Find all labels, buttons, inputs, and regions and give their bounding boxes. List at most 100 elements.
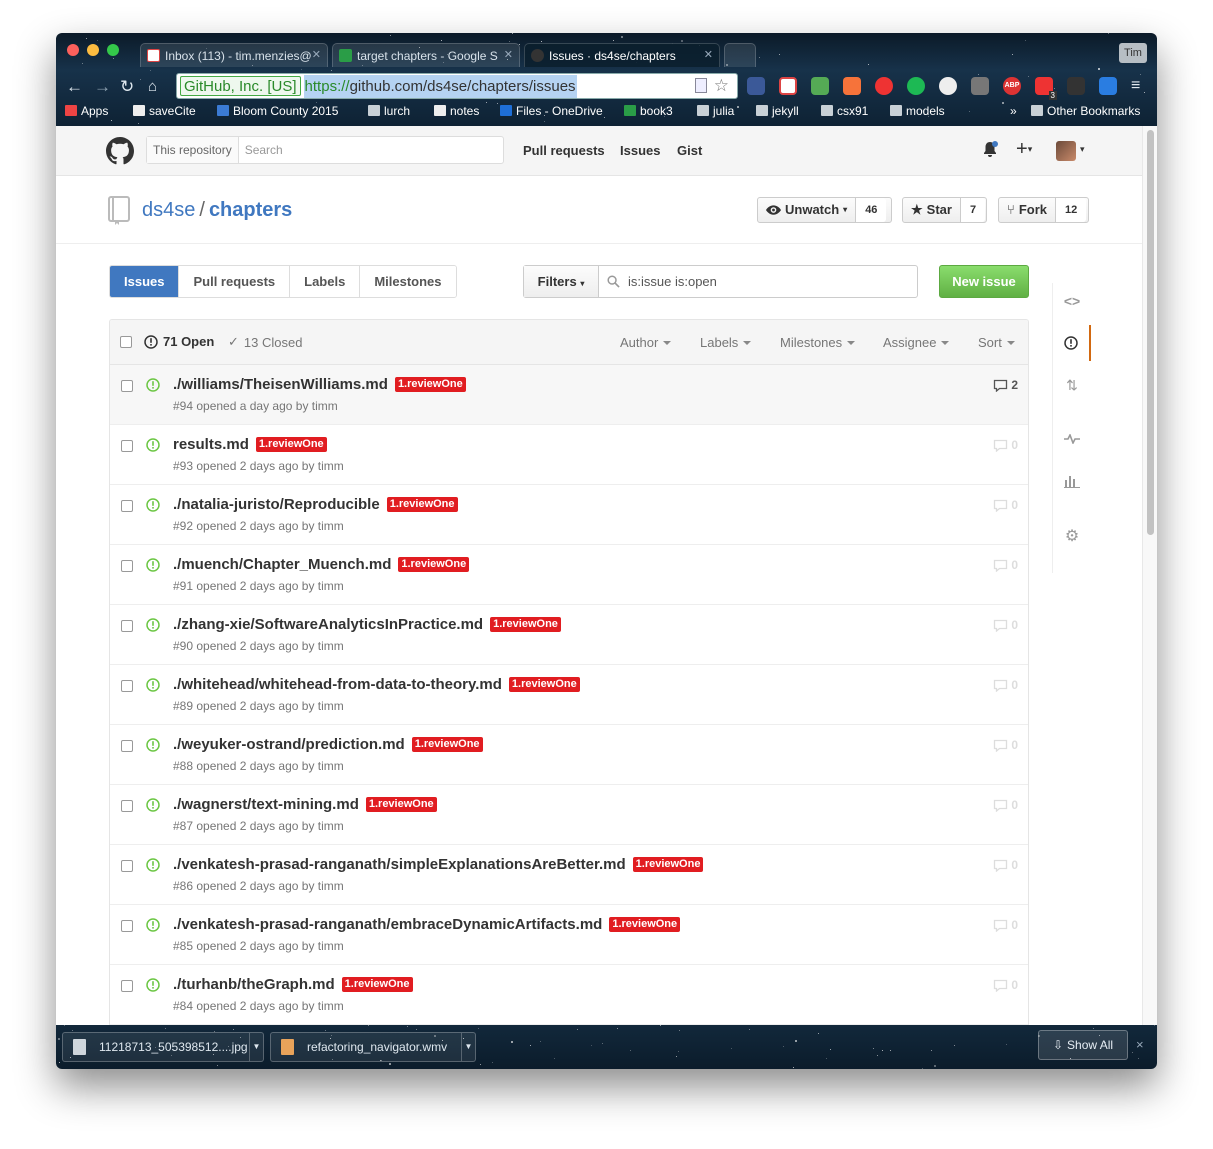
chevron-down-icon[interactable]: ▼ xyxy=(249,1033,263,1061)
issue-checkbox[interactable] xyxy=(121,860,133,872)
hand-icon[interactable] xyxy=(971,77,989,95)
closed-issues-toggle[interactable]: ✓ 13 Closed xyxy=(228,334,302,350)
issue-title-link[interactable]: ./venkatesh-prasad-ranganath/simpleExpla… xyxy=(173,856,704,873)
comment-count[interactable]: 0 xyxy=(993,858,1018,872)
issue-label[interactable]: 1.reviewOne xyxy=(341,977,413,992)
issue-label[interactable]: 1.reviewOne xyxy=(411,737,483,752)
bookmark-notes[interactable]: notes xyxy=(434,104,479,118)
spotify-icon[interactable] xyxy=(907,77,925,95)
bookmark-star-icon[interactable]: ☆ xyxy=(714,74,729,98)
download-item[interactable]: 11218713_505398512....jpg ▼ xyxy=(62,1032,264,1062)
other-bookmarks[interactable]: Other Bookmarks xyxy=(1031,104,1140,118)
red-badge-icon[interactable]: 3 xyxy=(1035,77,1057,100)
new-issue-button[interactable]: New issue xyxy=(939,265,1029,298)
issue-label[interactable]: 1.reviewOne xyxy=(394,377,466,392)
addthis-icon[interactable] xyxy=(843,77,861,95)
issues-icon[interactable] xyxy=(1053,325,1091,361)
comment-count[interactable]: 0 xyxy=(993,918,1018,932)
issue-checkbox[interactable] xyxy=(121,920,133,932)
issue-checkbox[interactable] xyxy=(121,620,133,632)
reload-icon[interactable]: ↻ xyxy=(120,77,134,97)
issue-row[interactable]: ./whitehead/whitehead-from-data-to-theor… xyxy=(110,665,1028,725)
zoom-window-button[interactable] xyxy=(107,44,119,56)
search-input[interactable]: This repository Search xyxy=(146,136,504,164)
comment-count[interactable]: 0 xyxy=(993,498,1018,512)
adblock-icon[interactable]: ABP xyxy=(1003,77,1021,95)
graduation-cap-icon[interactable] xyxy=(1067,77,1085,95)
bookmark-lurch[interactable]: lurch xyxy=(368,104,410,118)
bookmark-savecite[interactable]: saveCite xyxy=(133,104,196,118)
open-issues-toggle[interactable]: 71 Open xyxy=(144,334,214,349)
create-new-icon[interactable]: +▾ xyxy=(1016,138,1032,161)
new-tab-button[interactable] xyxy=(724,43,756,67)
sort-filter[interactable]: Sort xyxy=(978,335,1015,350)
github-logo-icon[interactable] xyxy=(106,137,134,165)
comment-count[interactable]: 0 xyxy=(993,438,1018,452)
code-icon[interactable]: <> xyxy=(1053,283,1091,319)
issue-checkbox[interactable] xyxy=(121,440,133,452)
show-all-downloads-button[interactable]: ⇩ Show All xyxy=(1038,1030,1128,1060)
subnav-issues[interactable]: Issues xyxy=(110,266,179,297)
settings-icon[interactable]: ⚙ xyxy=(1053,518,1091,554)
comment-count[interactable]: 0 xyxy=(993,558,1018,572)
issue-title-link[interactable]: ./natalia-juristo/Reproducible 1.reviewOn… xyxy=(173,496,458,513)
close-window-button[interactable] xyxy=(67,44,79,56)
pulse-icon[interactable] xyxy=(1053,421,1091,457)
filters-dropdown[interactable]: Filters ▾ xyxy=(524,266,599,297)
pull-request-icon[interactable]: ⇅ xyxy=(1053,367,1091,403)
bookmark-apps[interactable]: Apps xyxy=(65,104,108,118)
back-icon[interactable]: ← xyxy=(66,77,83,97)
bookmark-bloom-county[interactable]: Bloom County 2015 xyxy=(217,104,338,118)
issue-title-link[interactable]: ./whitehead/whitehead-from-data-to-theor… xyxy=(173,676,580,693)
issue-row[interactable]: ./muench/Chapter_Muench.md 1.reviewOne #91… xyxy=(110,545,1028,605)
issue-checkbox[interactable] xyxy=(121,560,133,572)
tab-target-chapters[interactable]: target chapters - Google S ✕ xyxy=(332,43,520,67)
profile-button[interactable]: Tim xyxy=(1119,43,1147,63)
page-icon[interactable] xyxy=(695,78,707,93)
close-tab-icon[interactable]: ✕ xyxy=(704,48,713,61)
tab-issues[interactable]: Issues · ds4se/chapters ✕ xyxy=(524,43,720,67)
issue-label[interactable]: 1.reviewOne xyxy=(255,437,327,452)
page-scrollbar[interactable] xyxy=(1142,126,1157,1025)
nav-issues[interactable]: Issues xyxy=(620,143,660,158)
chevron-down-icon[interactable]: ▼ xyxy=(461,1033,475,1061)
bookmark-csx91[interactable]: csx91 xyxy=(821,104,868,118)
nav-pull-requests[interactable]: Pull requests xyxy=(523,143,605,158)
issue-label[interactable]: 1.reviewOne xyxy=(609,917,681,932)
issue-row[interactable]: ./weyuker-ostrand/prediction.md 1.reviewO… xyxy=(110,725,1028,785)
issue-label[interactable]: 1.reviewOne xyxy=(632,857,704,872)
issue-title-link[interactable]: ./williams/TheisenWilliams.md 1.reviewOne xyxy=(173,376,466,393)
issue-label[interactable]: 1.reviewOne xyxy=(386,497,458,512)
subnav-pull-requests[interactable]: Pull requests xyxy=(178,266,290,297)
issue-title-link[interactable]: ./weyuker-ostrand/prediction.md 1.reviewO… xyxy=(173,736,483,753)
bookmarks-overflow-button[interactable]: » xyxy=(1010,104,1017,118)
issue-title-link[interactable]: ./muench/Chapter_Muench.md 1.reviewOne xyxy=(173,556,470,573)
issue-title-link[interactable]: ./turhanb/theGraph.md 1.reviewOne xyxy=(173,976,413,993)
assignee-filter[interactable]: Assignee xyxy=(883,335,949,350)
graphs-icon[interactable] xyxy=(1053,463,1091,499)
comment-count[interactable]: 0 xyxy=(993,798,1018,812)
scrollbar-thumb[interactable] xyxy=(1147,130,1154,535)
fork-button[interactable]: ⑂ Fork 12 xyxy=(998,197,1089,223)
star-button[interactable]: ★ Star 7 xyxy=(902,197,987,223)
issue-title-link[interactable]: ./zhang-xie/SoftwareAnalyticsInPractice.… xyxy=(173,616,561,633)
author-filter[interactable]: Author xyxy=(620,335,671,350)
ladybug-icon[interactable] xyxy=(875,77,893,95)
issue-row[interactable]: ./natalia-juristo/Reproducible 1.reviewOn… xyxy=(110,485,1028,545)
issue-checkbox[interactable] xyxy=(121,800,133,812)
issue-row[interactable]: results.md 1.reviewOne #93 opened 2 days a… xyxy=(110,425,1028,485)
repo-name-link[interactable]: chapters xyxy=(209,199,292,221)
forward-icon[interactable]: → xyxy=(94,77,111,97)
issue-label[interactable]: 1.reviewOne xyxy=(490,617,561,632)
issue-row[interactable]: ./zhang-xie/SoftwareAnalyticsInPractice.… xyxy=(110,605,1028,665)
issue-checkbox[interactable] xyxy=(121,680,133,692)
ev-certificate-badge[interactable]: GitHub, Inc. [US] xyxy=(180,76,301,96)
issue-row[interactable]: ./venkatesh-prasad-ranganath/embraceDyna… xyxy=(110,905,1028,965)
issue-title-link[interactable]: ./venkatesh-prasad-ranganath/embraceDyna… xyxy=(173,916,681,933)
bookmark-book3[interactable]: book3 xyxy=(624,104,673,118)
bookmark-models[interactable]: models xyxy=(890,104,945,118)
close-icon[interactable]: × xyxy=(1136,1037,1144,1052)
subnav-milestones[interactable]: Milestones xyxy=(359,266,456,297)
issue-label[interactable]: 1.reviewOne xyxy=(508,677,580,692)
issue-row[interactable]: ./venkatesh-prasad-ranganath/simpleExpla… xyxy=(110,845,1028,905)
